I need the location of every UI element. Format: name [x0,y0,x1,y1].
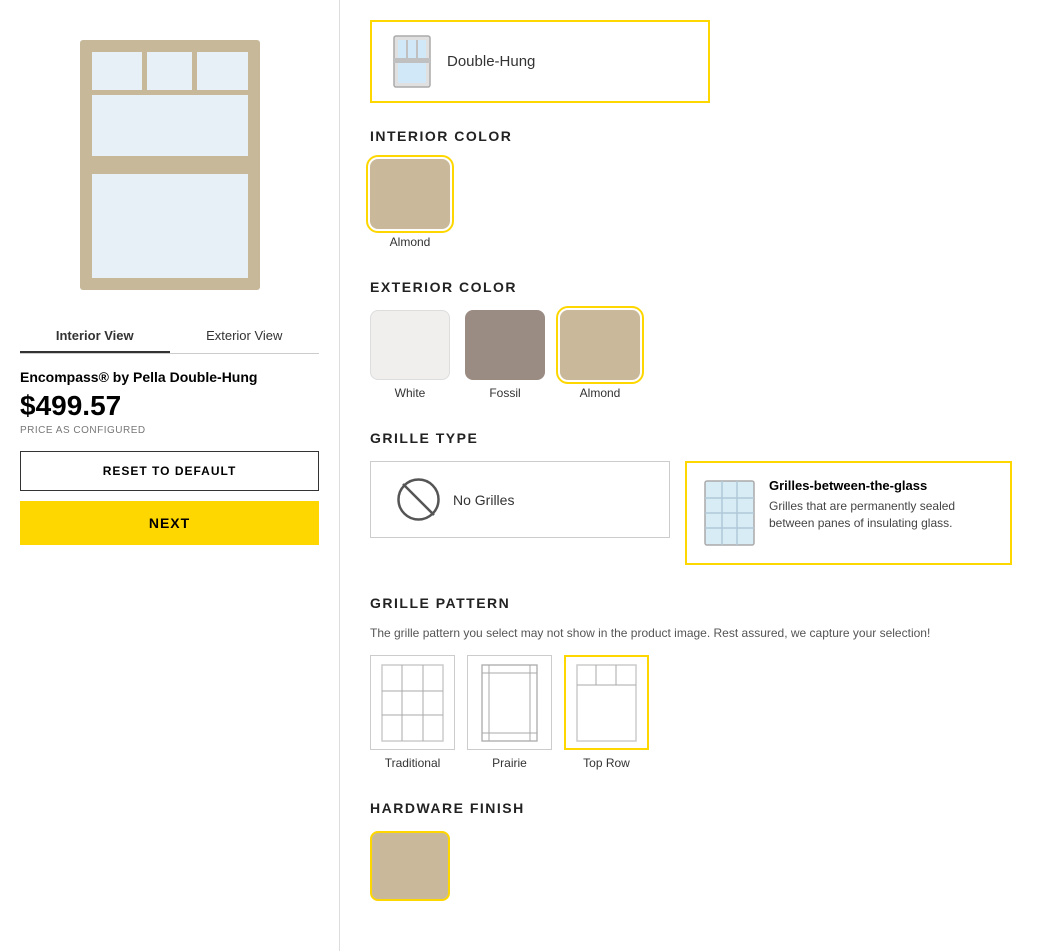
grilles-between-glass-title: Grilles-between-the-glass [769,478,995,493]
top-row-pattern-icon [574,663,639,743]
hardware-finish-swatches [370,831,1012,901]
grilles-between-glass-icon [702,478,757,548]
exterior-color-section: EXTERIOR COLOR White Fossil Almond [370,279,1012,400]
swatch-almond-interior [370,159,450,229]
swatch-item-fossil-exterior[interactable]: Fossil [465,310,545,400]
grille-pattern-section: GRILLE PATTERN The grille pattern you se… [370,595,1012,770]
interior-color-swatches: Almond [370,159,1012,249]
grille-pattern-note: The grille pattern you select may not sh… [370,626,1012,640]
product-title: Encompass® by Pella Double-Hung [20,369,257,385]
prairie-pattern-icon [477,663,542,743]
swatch-item-almond-interior[interactable]: Almond [370,159,450,249]
grilles-between-glass-desc: Grilles that are permanently sealed betw… [769,498,995,532]
main-panel: Double-Hung INTERIOR COLOR Almond EXTERI… [340,0,1042,951]
pattern-label-traditional: Traditional [385,756,441,770]
product-price: $499.57 [20,390,121,422]
swatch-label-fossil-exterior: Fossil [489,386,520,400]
pattern-label-prairie: Prairie [492,756,527,770]
swatch-item-white-exterior[interactable]: White [370,310,450,400]
exterior-color-header: EXTERIOR COLOR [370,279,1012,295]
grilles-between-glass-text: Grilles-between-the-glass Grilles that a… [769,478,995,532]
no-grilles-label: No Grilles [453,492,514,508]
grille-pattern-row: Traditional Prairie [370,655,1012,770]
swatch-item-almond-exterior[interactable]: Almond [560,310,640,400]
grille-type-row: No Grilles Grilles-between-the-glass Gri… [370,461,1012,565]
exterior-color-swatches: White Fossil Almond [370,310,1012,400]
window-type-label: Double-Hung [447,53,535,70]
pattern-box-traditional [370,655,455,750]
swatch-almond-exterior [560,310,640,380]
pattern-item-prairie[interactable]: Prairie [467,655,552,770]
next-button[interactable]: NEXT [20,501,319,545]
left-panel: Interior View Exterior View Encompass® b… [0,0,340,951]
grille-type-section: GRILLE TYPE No Grilles [370,430,1012,565]
no-grilles-option[interactable]: No Grilles [370,461,670,538]
swatch-label-almond-interior: Almond [390,235,431,249]
pattern-item-traditional[interactable]: Traditional [370,655,455,770]
window-illustration [70,30,270,300]
grilles-between-glass-option[interactable]: Grilles-between-the-glass Grilles that a… [685,461,1012,565]
interior-color-header: INTERIOR COLOR [370,128,1012,144]
pattern-item-top-row[interactable]: Top Row [564,655,649,770]
tab-exterior-view[interactable]: Exterior View [170,320,320,353]
pattern-box-prairie [467,655,552,750]
swatch-label-white-exterior: White [395,386,426,400]
hardware-finish-header: HARDWARE FINISH [370,800,1012,816]
pattern-box-top-row [564,655,649,750]
grille-pattern-header: GRILLE PATTERN [370,595,1012,611]
hardware-swatch-item-almond[interactable] [370,831,450,901]
view-tabs: Interior View Exterior View [20,320,319,354]
swatch-label-almond-exterior: Almond [580,386,621,400]
grille-type-header: GRILLE TYPE [370,430,1012,446]
hardware-finish-section: HARDWARE FINISH [370,800,1012,901]
swatch-fossil-exterior [465,310,545,380]
window-preview [50,20,290,310]
price-label: PRICE AS CONFIGURED [20,425,146,436]
traditional-pattern-icon [380,663,445,743]
interior-color-section: INTERIOR COLOR Almond [370,128,1012,249]
hardware-swatch-almond [370,831,450,901]
double-hung-icon [392,34,432,89]
swatch-white-exterior [370,310,450,380]
window-type-card[interactable]: Double-Hung [370,20,710,103]
no-grilles-icon [396,477,441,522]
reset-to-default-button[interactable]: RESET TO DEFAULT [20,451,319,491]
tab-interior-view[interactable]: Interior View [20,320,170,353]
pattern-label-top-row: Top Row [583,756,630,770]
